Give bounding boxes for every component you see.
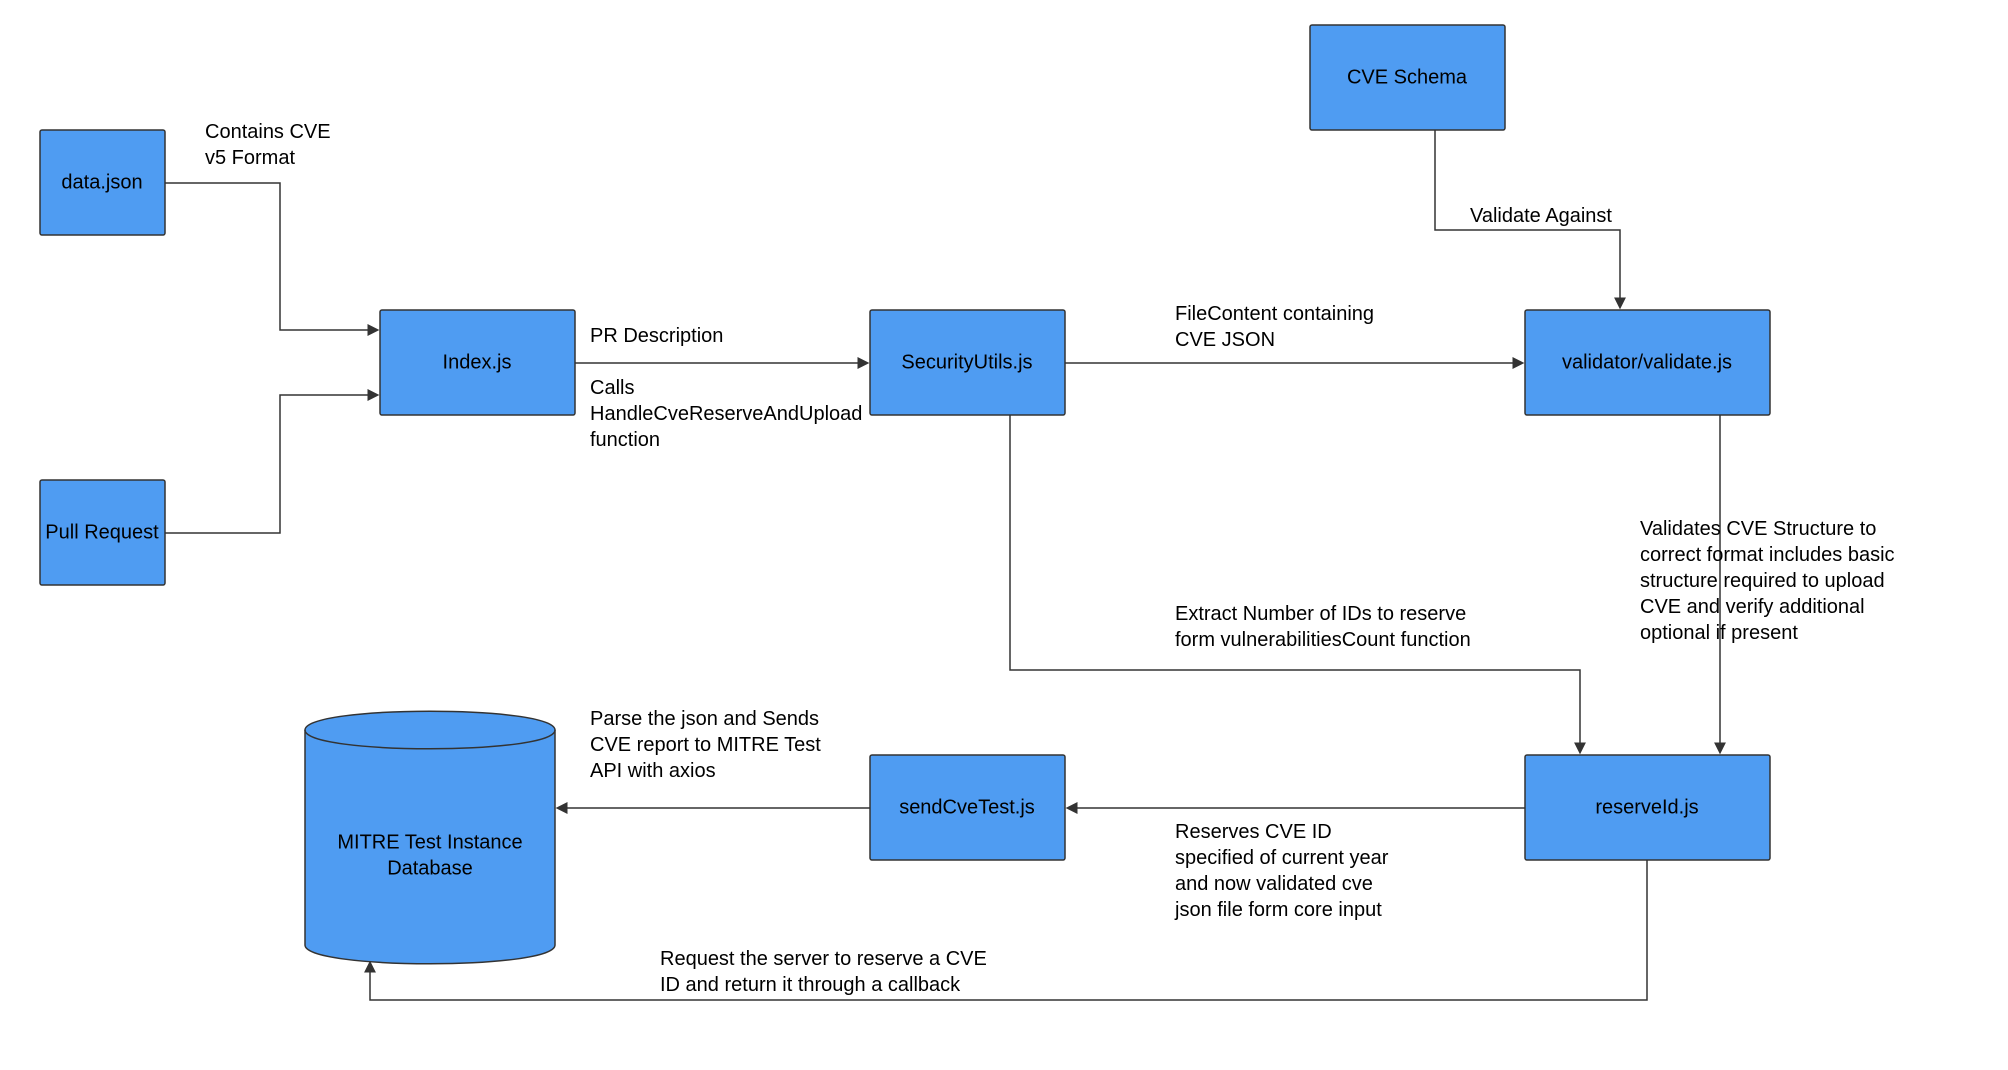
- edge-validator-to-reserve-4: CVE and verify additional: [1640, 596, 1865, 618]
- edge-send-to-db-3: API with axios: [590, 760, 716, 782]
- edge-data-to-index-label-1: Contains CVE: [205, 121, 331, 143]
- edge-security-to-reserve-2: form vulnerabilitiesCount function: [1175, 629, 1471, 651]
- edge-reserve-to-send-2: specified of current year: [1175, 847, 1389, 869]
- edge-index-to-security-bot-3: function: [590, 429, 660, 451]
- node-cve-schema-label: CVE Schema: [1347, 66, 1468, 88]
- edge-send-to-db-1: Parse the json and Sends: [590, 708, 819, 730]
- edge-index-to-security-bot-1: Calls: [590, 377, 634, 399]
- node-send-cve-test-label: sendCveTest.js: [899, 796, 1035, 818]
- edge-data-to-index-label-2: v5 Format: [205, 147, 295, 169]
- edge-data-to-index: [165, 183, 377, 330]
- edge-reserve-to-send-3: and now validated cve: [1175, 873, 1373, 895]
- node-mitre-db-label-1: MITRE Test Instance: [337, 831, 522, 853]
- edge-validator-to-reserve-1: Validates CVE Structure to: [1640, 518, 1876, 540]
- edge-pr-to-index: [165, 395, 377, 533]
- edge-reserve-to-send-4: json file form core input: [1174, 899, 1382, 921]
- edge-index-to-security-bot-2: HandleCveReserveAndUpload: [590, 403, 862, 425]
- node-index-js-label: Index.js: [443, 351, 512, 373]
- edge-security-to-validator-2: CVE JSON: [1175, 329, 1275, 351]
- node-mitre-db: MITRE Test Instance Database: [305, 711, 555, 964]
- edge-validator-to-reserve-2: correct format includes basic: [1640, 544, 1895, 566]
- edge-reserve-to-db-1: Request the server to reserve a CVE: [660, 948, 987, 970]
- edge-reserve-to-db-2: ID and return it through a callback: [660, 974, 961, 996]
- node-validator-label: validator/validate.js: [1562, 351, 1732, 373]
- node-mitre-db-label-2: Database: [387, 857, 473, 879]
- edge-security-to-validator-1: FileContent containing: [1175, 303, 1374, 325]
- node-pull-request-label: Pull Request: [45, 521, 159, 543]
- edge-validator-to-reserve-3: structure required to upload: [1640, 570, 1885, 592]
- edge-reserve-to-db: [370, 860, 1647, 1000]
- node-data-json-label: data.json: [61, 171, 142, 193]
- node-reserve-id-label: reserveId.js: [1595, 796, 1698, 818]
- diagram-canvas: data.json Pull Request Index.js Security…: [0, 0, 2008, 1070]
- node-security-utils-label: SecurityUtils.js: [901, 351, 1032, 373]
- edge-schema-to-validator-label: Validate Against: [1470, 205, 1612, 227]
- edge-security-to-reserve: [1010, 415, 1580, 752]
- edge-reserve-to-send-1: Reserves CVE ID: [1175, 821, 1332, 843]
- edge-send-to-db-2: CVE report to MITRE Test: [590, 734, 821, 756]
- edge-validator-to-reserve-5: optional if present: [1640, 622, 1798, 644]
- edge-security-to-reserve-1: Extract Number of IDs to reserve: [1175, 603, 1466, 625]
- edge-index-to-security-top: PR Description: [590, 325, 723, 347]
